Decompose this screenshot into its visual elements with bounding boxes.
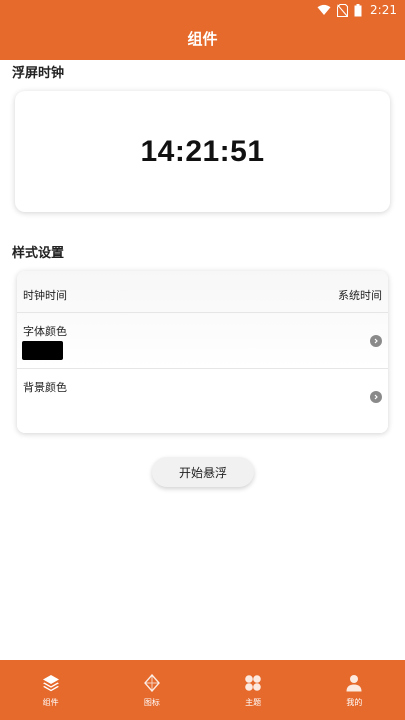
style-settings-card: 时钟时间 系统时间 字体颜色 背景颜色 <box>17 271 388 433</box>
nav-item-mine[interactable]: 我的 <box>304 660 405 720</box>
nav-item-icons[interactable]: 图标 <box>101 660 202 720</box>
setting-row-background-color[interactable]: 背景颜色 <box>17 369 388 433</box>
nav-item-widgets[interactable]: 组件 <box>0 660 101 720</box>
font-color-swatch <box>22 341 63 360</box>
chevron-right-icon <box>370 335 382 347</box>
nav-label: 主题 <box>245 698 262 707</box>
setting-label: 时钟时间 <box>23 289 67 302</box>
nav-label: 图标 <box>143 698 160 707</box>
bottom-nav: 组件 图标 主题 我的 <box>0 660 405 720</box>
background-color-swatch <box>22 397 63 416</box>
setting-row-clock-time[interactable]: 时钟时间 系统时间 <box>17 271 388 313</box>
start-floating-button[interactable]: 开始悬浮 <box>152 457 254 487</box>
setting-row-font-color[interactable]: 字体颜色 <box>17 313 388 369</box>
style-settings-section-title: 样式设置 <box>12 246 65 261</box>
page-title: 组件 <box>187 30 218 48</box>
chevron-right-icon <box>370 391 382 403</box>
status-bar: 2:21 <box>0 0 405 20</box>
shape-icon <box>141 672 163 694</box>
nav-label: 我的 <box>346 698 363 707</box>
floating-clock-section-title: 浮屏时钟 <box>12 66 65 81</box>
setting-label: 字体颜色 <box>23 325 67 338</box>
status-icons: 2:21 <box>317 2 397 18</box>
theme-icon <box>242 672 264 694</box>
top-bar: 2:21 组件 <box>0 0 405 60</box>
status-time: 2:21 <box>370 3 397 17</box>
person-icon <box>343 672 365 694</box>
clock-time-display: 14:21:51 <box>140 134 265 168</box>
layers-icon <box>40 672 62 694</box>
clock-preview-card: 14:21:51 <box>15 91 390 212</box>
app-root: 2:21 组件 浮屏时钟 14:21:51 样式设置 时钟时间 系统时间 字体颜… <box>0 0 405 720</box>
no-sim-icon <box>337 3 349 17</box>
nav-item-themes[interactable]: 主题 <box>203 660 304 720</box>
nav-label: 组件 <box>42 698 59 707</box>
battery-icon <box>354 3 362 17</box>
setting-value: 系统时间 <box>338 289 382 302</box>
wifi-icon <box>317 4 331 16</box>
setting-label: 背景颜色 <box>23 381 67 394</box>
